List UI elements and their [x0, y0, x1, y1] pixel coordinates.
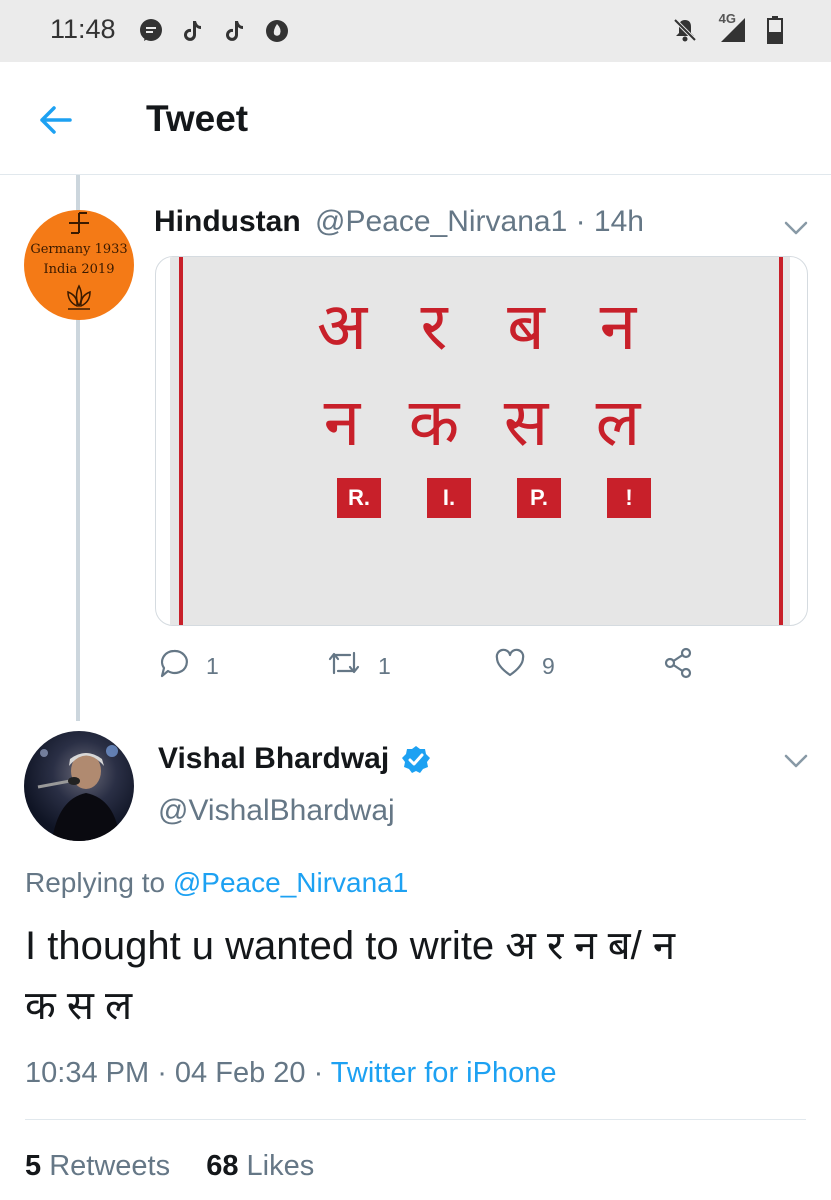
retweets-label: Retweets [49, 1150, 171, 1182]
tweet-source-link[interactable]: Twitter for iPhone [331, 1057, 557, 1089]
message-icon [138, 18, 164, 44]
tiktok-icon [180, 18, 206, 44]
chevron-down-icon[interactable] [782, 751, 810, 771]
share-icon [662, 647, 694, 685]
retweet-icon [326, 647, 362, 685]
media-glyph: र [420, 288, 448, 365]
divider [25, 1119, 806, 1120]
verified-badge-icon [400, 744, 432, 776]
author-name[interactable]: Hindustan [154, 205, 301, 239]
replying-prefix: Replying to [25, 867, 166, 898]
media-glyph: स [503, 384, 549, 461]
rip-block: I. [427, 478, 471, 518]
heart-icon [494, 647, 526, 685]
back-arrow-icon[interactable] [36, 100, 76, 140]
retweet-button[interactable]: 1 [326, 647, 391, 685]
like-button[interactable]: 9 [494, 647, 555, 685]
tweet-media-image[interactable]: अ र ब न न क स ल R. I. P. ! [155, 256, 808, 626]
battery-icon [767, 16, 783, 49]
tweet-actions: 1 1 9 [158, 647, 718, 687]
likes-count: 68 [206, 1150, 239, 1182]
rip-block: ! [607, 478, 651, 518]
tiktok-icon [222, 18, 248, 44]
lotus-icon [67, 284, 91, 310]
avatar[interactable] [24, 731, 134, 841]
author-name[interactable]: Vishal Bhardwaj [158, 742, 389, 776]
media-glyph: न [323, 384, 361, 461]
status-time: 11:48 [50, 14, 116, 44]
media-glyph: ल [595, 384, 641, 461]
author-handle-time[interactable]: @Peace_Nirvana1 · 14h [315, 205, 644, 239]
likes-stat[interactable]: 68 Likes [206, 1150, 314, 1182]
media-row-1: अ र ब न [170, 279, 790, 369]
meta-separator: · [313, 1057, 331, 1089]
media-background: अ र ब न न क स ल R. I. P. ! [170, 257, 790, 625]
notification-icons [138, 18, 290, 44]
media-glyph: ब [507, 288, 545, 365]
signal-icon [719, 16, 747, 49]
media-glyph: क [408, 384, 460, 461]
tweet-text-line-2: क स ल [25, 984, 133, 1028]
tweet-time: 10:34 PM [25, 1057, 150, 1089]
media-glyph: अ [316, 288, 368, 365]
media-row-2: न क स ल [170, 375, 790, 465]
media-glyph: न [599, 288, 637, 365]
performer-photo [37, 745, 120, 841]
reply-icon [158, 647, 190, 685]
retweets-count: 5 [25, 1150, 42, 1182]
meta-separator: · [157, 1057, 175, 1089]
rip-block: R. [337, 478, 381, 518]
system-icons [671, 16, 783, 49]
avatar[interactable]: Germany 1933 India 2019 [24, 210, 134, 320]
reply-button[interactable]: 1 [158, 647, 219, 685]
app-bar: Tweet [0, 62, 831, 175]
retweets-stat[interactable]: 5 Retweets [25, 1150, 178, 1182]
share-button[interactable] [662, 647, 694, 685]
like-count: 9 [542, 652, 555, 679]
page-title: Tweet [146, 98, 249, 139]
chevron-down-icon[interactable] [782, 218, 810, 238]
avatar-caption-1: Germany 1933 [30, 242, 128, 257]
tweet-stats: 5 Retweets 68 Likes [25, 1150, 314, 1183]
media-rip-row: R. I. P. ! [337, 478, 651, 518]
retweet-count: 1 [378, 652, 391, 679]
rip-block: P. [517, 478, 561, 518]
swastika-symbol-icon [69, 212, 89, 234]
bell-off-icon [671, 16, 699, 49]
tweet-text-line-1: I thought u wanted to write अ र न ब/ न [25, 924, 676, 968]
likes-label: Likes [246, 1150, 315, 1182]
author-handle[interactable]: @VishalBhardwaj [158, 794, 395, 828]
tweet-text: I thought u wanted to write अ र न ब/ न क… [25, 916, 815, 1036]
replying-to-link[interactable]: @Peace_Nirvana1 [173, 867, 408, 898]
avatar-caption-2: India 2019 [43, 262, 115, 277]
tweet-meta: 10:34 PM · 04 Feb 20 · Twitter for iPhon… [25, 1057, 556, 1090]
tweet-date: 04 Feb 20 [174, 1057, 306, 1089]
replying-to-line: Replying to @Peace_Nirvana1 [25, 867, 408, 899]
reply-count: 1 [206, 652, 219, 679]
fire-icon [264, 18, 290, 44]
status-bar: 11:48 4G [0, 0, 831, 62]
